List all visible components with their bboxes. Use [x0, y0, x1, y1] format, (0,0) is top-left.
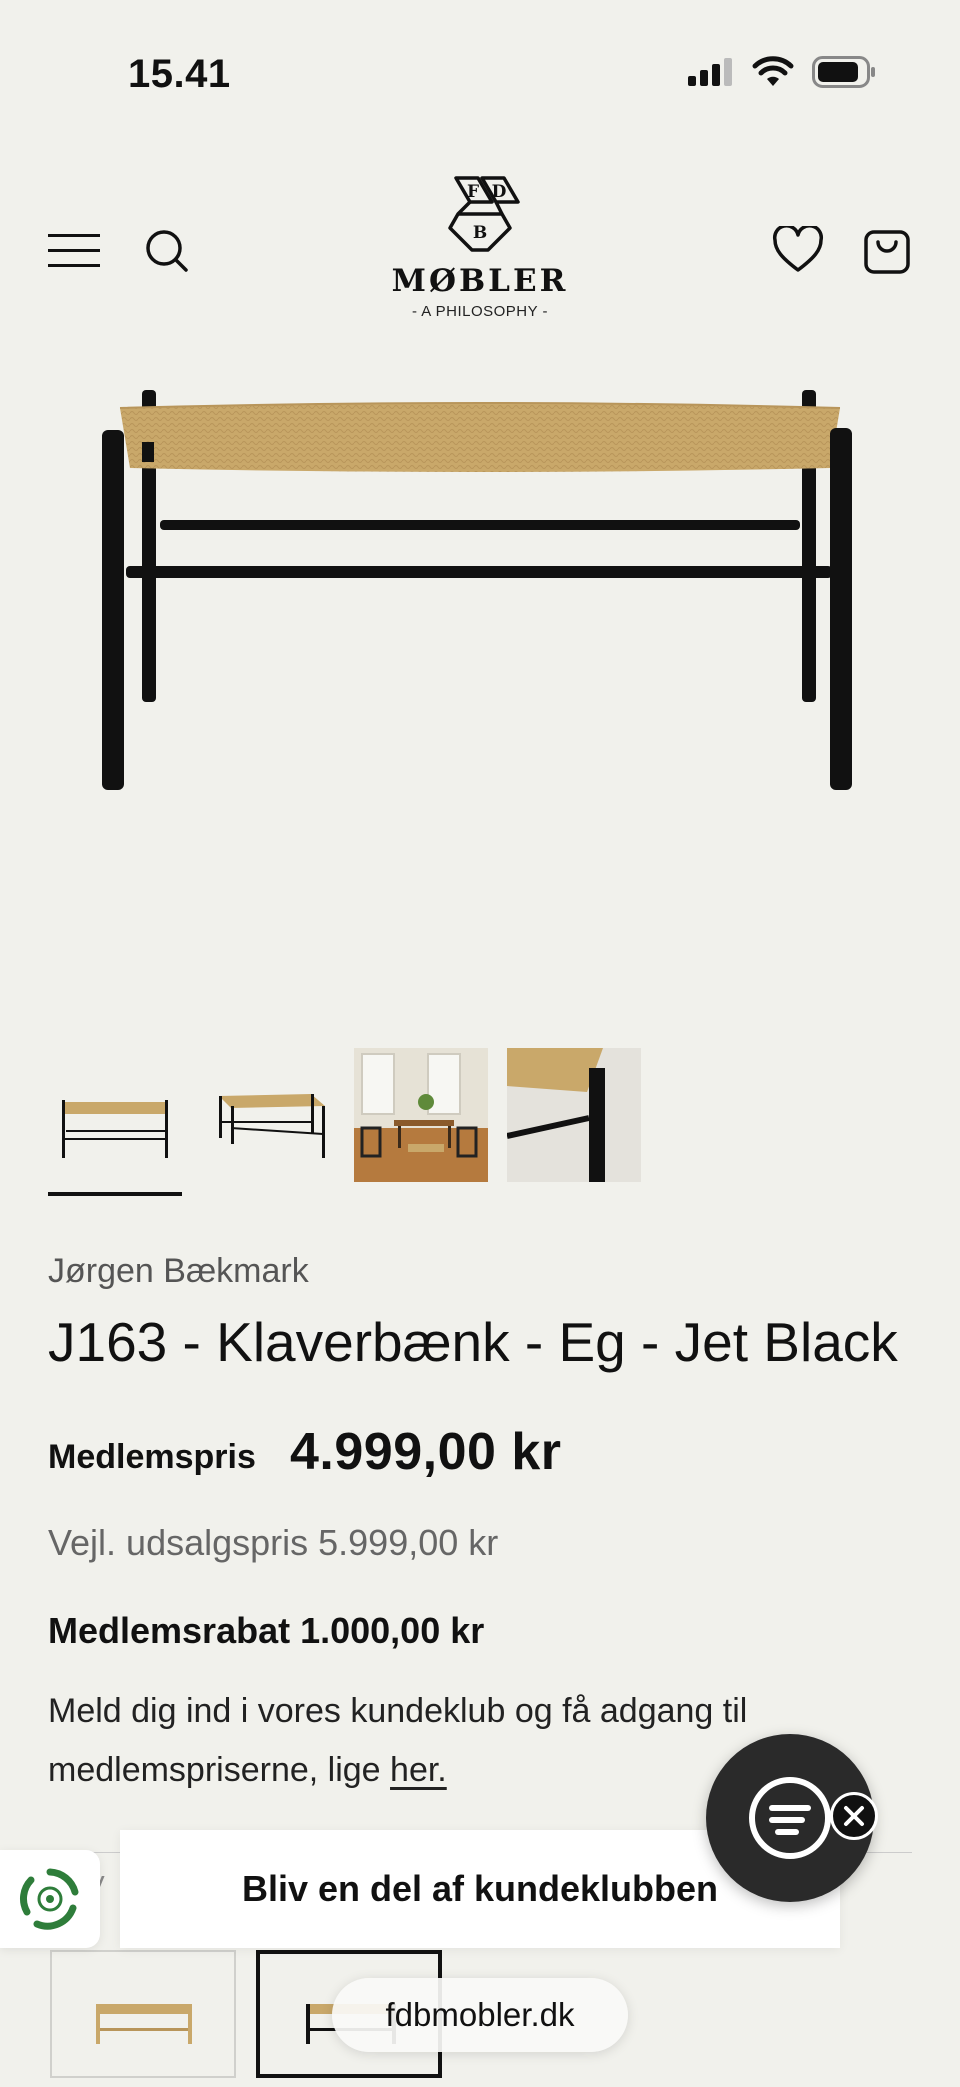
status-icons	[688, 56, 876, 88]
thumbnail-bench-front[interactable]	[48, 1048, 182, 1182]
wifi-icon	[752, 56, 794, 86]
product-hero-image[interactable]	[90, 380, 870, 800]
menu-icon[interactable]	[48, 232, 100, 268]
club-signup-text: Meld dig ind i vores kundeklub og få adg…	[48, 1682, 828, 1800]
logo-tagline: - A PHILOSOPHY -	[411, 303, 549, 320]
variant-option-natural[interactable]	[50, 1950, 236, 2078]
thumbnail-dining-room[interactable]	[354, 1048, 488, 1182]
product-designer[interactable]: Jørgen Bækmark	[48, 1252, 309, 1291]
status-time: 15.41	[128, 52, 231, 96]
fdb-logo-mark: F D B	[448, 176, 520, 252]
member-price: 4.999,00 kr	[290, 1423, 562, 1481]
member-discount: Medlemsrabat 1.000,00 kr	[48, 1610, 485, 1651]
chat-icon	[749, 1777, 831, 1859]
logo-letter-d: D	[492, 182, 507, 202]
recommended-retail-price: Vejl. udsalgspris 5.999,00 kr	[48, 1522, 499, 1563]
thumbnail-seat-detail[interactable]	[507, 1048, 641, 1182]
thumbnail-bench-angle[interactable]	[201, 1048, 335, 1182]
recycle-icon	[20, 1868, 79, 1930]
logo[interactable]: F D B MØBLER - A PHILOSOPHY -	[380, 172, 580, 320]
logo-wordmark: MØBLER	[391, 263, 569, 299]
thumbnail-strip	[48, 1048, 641, 1182]
cellular-signal-icon	[688, 58, 732, 86]
logo-letter-b: B	[473, 223, 487, 243]
battery-icon	[812, 56, 875, 88]
club-signup-link[interactable]: her.	[390, 1751, 447, 1789]
club-banner-label: Bliv en del af kundeklubben	[241, 1868, 719, 1909]
browser-url: fdbmobler.dk	[385, 1996, 575, 2033]
chat-close-button[interactable]	[830, 1792, 878, 1840]
search-icon[interactable]	[144, 228, 190, 274]
thumbnail-active-indicator	[48, 1192, 182, 1196]
cart-bag-icon[interactable]	[864, 224, 910, 274]
recycle-badge[interactable]	[0, 1850, 100, 1948]
heart-icon[interactable]	[772, 226, 824, 274]
close-icon	[844, 1806, 864, 1826]
product-title: J163 - Klaverbænk - Eg - Jet Black	[48, 1311, 898, 1373]
browser-url-bar[interactable]: fdbmobler.dk	[332, 1978, 628, 2052]
member-price-label: Medlemspris	[48, 1438, 256, 1476]
logo-letter-f: F	[467, 182, 479, 202]
